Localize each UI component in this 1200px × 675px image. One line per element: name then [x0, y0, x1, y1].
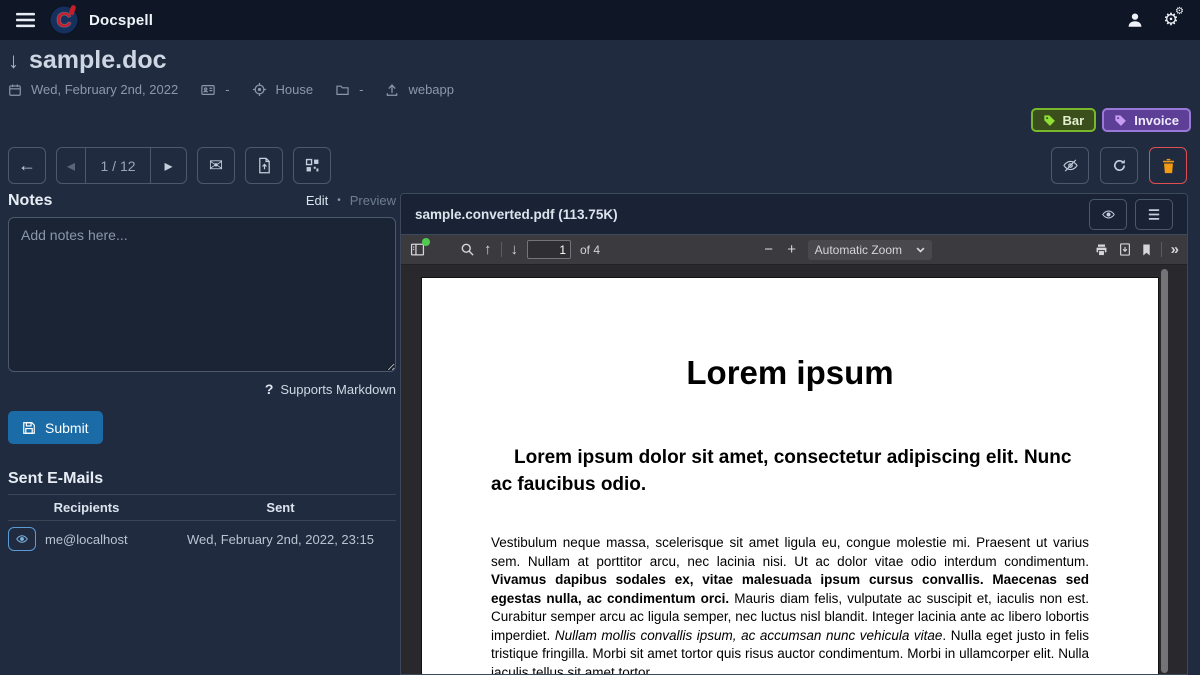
item-folder: -: [359, 82, 363, 97]
notes-panel: Notes Edit • Preview ? Supports Markdown…: [8, 192, 396, 557]
mail-recipient: me@localhost: [45, 532, 128, 547]
attachment-pager: ◂ 1 / 12 ▸: [56, 147, 187, 184]
qr-code-button[interactable]: [293, 147, 331, 184]
item-header: ↓ sample.doc: [8, 46, 167, 75]
save-floppy-icon: [22, 421, 36, 435]
pdfjs-sidebar-toggle[interactable]: [409, 242, 426, 257]
item-correspondent: -: [225, 82, 229, 97]
pdf-viewer-canvas-area: Lorem ipsum Lorem ipsum dolor sit amet, …: [401, 265, 1187, 674]
pdfjs-zoom-out-button[interactable]: −: [762, 241, 776, 258]
top-navbar: C Docspell ⚙⚙: [0, 0, 1200, 40]
col-sent: Sent: [165, 495, 396, 520]
download-item-icon[interactable]: ↓: [8, 48, 19, 74]
envelope-icon: ✉: [209, 156, 223, 176]
brand-name: Docspell: [89, 12, 153, 29]
question-icon: ?: [265, 381, 274, 397]
pdfjs-page-down-button[interactable]: ↓: [511, 241, 519, 258]
delete-item-button[interactable]: [1149, 147, 1187, 184]
qr-code-icon: [305, 158, 320, 173]
eye-slash-icon: [1062, 158, 1079, 173]
pdf-scrollbar-thumb[interactable]: [1161, 269, 1168, 673]
attachment-page-indicator: 1 / 12: [86, 148, 150, 183]
unconfirm-button[interactable]: [1051, 147, 1089, 184]
prev-attachment-button[interactable]: ◂: [57, 148, 86, 183]
pdfjs-zoom-select[interactable]: Automatic Zoom: [808, 240, 932, 260]
send-mail-button[interactable]: ✉: [197, 147, 235, 184]
reprocess-button[interactable]: [1100, 147, 1138, 184]
pdf-doc-subtitle: Lorem ipsum dolor sit amet, consectetur …: [491, 444, 1089, 498]
pdfjs-page-up-button[interactable]: ↑: [484, 241, 492, 258]
notes-header: Notes Edit • Preview: [8, 192, 396, 210]
redo-refresh-icon: [1112, 158, 1127, 173]
folder-icon: [335, 83, 350, 97]
pdfjs-download-button[interactable]: [1118, 242, 1132, 257]
notes-heading: Notes: [8, 192, 52, 210]
menu-hamburger-icon[interactable]: [16, 12, 35, 28]
tag-bar[interactable]: Bar: [1031, 108, 1097, 132]
sent-emails-header-row: Recipients Sent: [8, 495, 396, 521]
app-logo[interactable]: C Docspell: [49, 5, 153, 35]
item-meta-row: Wed, February 2nd, 2022 - House - webapp: [8, 82, 454, 97]
notes-tab-edit[interactable]: Edit: [306, 193, 328, 208]
item-source: webapp: [408, 82, 454, 97]
notes-input[interactable]: [8, 217, 396, 372]
correspondent-card-icon: [200, 83, 216, 97]
sent-emails-table: Recipients Sent me@localhost Wed, Februa…: [8, 494, 396, 557]
pdf-doc-paragraph: Vestibulum neque massa, scelerisque sit …: [491, 534, 1089, 674]
pdfjs-print-button[interactable]: [1094, 243, 1109, 257]
chevron-down-icon: [916, 247, 925, 253]
pdfjs-page-count: of 4: [580, 243, 600, 257]
col-recipients: Recipients: [8, 495, 165, 520]
pdfjs-more-tools-button[interactable]: »: [1171, 241, 1179, 258]
concerning-person-icon: [252, 82, 267, 97]
tag-icon: [1043, 114, 1056, 127]
sent-email-row: me@localhost Wed, February 2nd, 2022, 23…: [8, 521, 396, 557]
submit-notes-button[interactable]: Submit: [8, 411, 103, 444]
pdfjs-zoom-in-button[interactable]: +: [785, 241, 799, 258]
item-tags: Bar Invoice: [1031, 108, 1191, 132]
tag-invoice[interactable]: Invoice: [1102, 108, 1191, 132]
notes-tab-preview[interactable]: Preview: [350, 193, 396, 208]
pdfjs-bookmark-button[interactable]: [1141, 243, 1152, 257]
back-button[interactable]: ←: [8, 147, 46, 184]
markdown-hint-link[interactable]: ? Supports Markdown: [8, 381, 396, 397]
pdf-doc-title: Lorem ipsum: [422, 354, 1158, 392]
item-concerning: House: [276, 82, 314, 97]
next-attachment-button[interactable]: ▸: [150, 148, 186, 183]
docspell-logo-icon: C: [49, 5, 79, 35]
sent-emails-heading: Sent E-Mails: [8, 470, 396, 488]
attachment-file-label: sample.converted.pdf (113.75K): [415, 207, 618, 222]
pdfjs-search-button[interactable]: [460, 242, 475, 257]
view-mail-button[interactable]: [8, 527, 36, 551]
tag-icon: [1114, 114, 1127, 127]
item-title: sample.doc: [29, 46, 167, 75]
settings-gears-icon[interactable]: ⚙⚙: [1158, 10, 1184, 30]
add-file-button[interactable]: [245, 147, 283, 184]
pdf-page: Lorem ipsum Lorem ipsum dolor sit amet, …: [421, 277, 1159, 674]
attachment-panel: sample.converted.pdf (113.75K) ↑ ↓ of 4 …: [400, 193, 1188, 675]
item-toolbar-left: ← ◂ 1 / 12 ▸ ✉: [8, 147, 331, 184]
item-date: Wed, February 2nd, 2022: [31, 82, 178, 97]
user-account-icon[interactable]: [1126, 11, 1144, 29]
trash-icon: [1161, 158, 1176, 174]
attachment-view-button[interactable]: [1089, 199, 1127, 230]
mail-sent-date: Wed, February 2nd, 2022, 23:15: [165, 532, 396, 547]
calendar-icon: [8, 83, 22, 97]
sidebar-badge-dot: [422, 238, 430, 246]
attachment-header: sample.converted.pdf (113.75K): [401, 194, 1187, 235]
attachment-menu-button[interactable]: [1135, 199, 1173, 230]
upload-source-icon: [385, 83, 399, 97]
file-upload-icon: [257, 157, 272, 174]
item-toolbar-right: [1051, 147, 1187, 184]
pdfjs-toolbar: ↑ ↓ of 4 − + Automatic Zoom »: [401, 235, 1187, 265]
pdfjs-page-input[interactable]: [527, 240, 571, 259]
